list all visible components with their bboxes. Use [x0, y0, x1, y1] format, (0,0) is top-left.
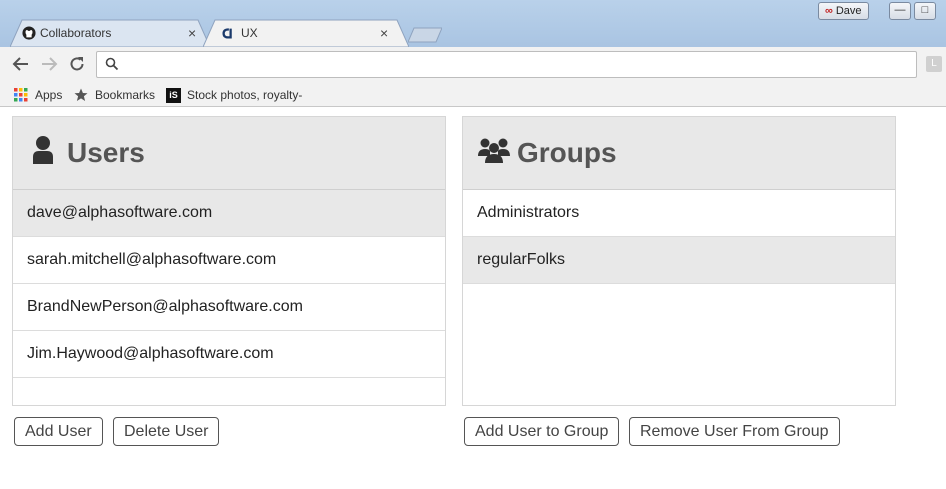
bookmark-apps[interactable]: Apps — [14, 86, 66, 104]
maximize-button[interactable]: □ — [914, 2, 936, 20]
bookmark-label: Stock photos, royalty- — [187, 88, 303, 102]
delete-user-button[interactable]: Delete User — [113, 417, 220, 446]
group-icon — [478, 138, 510, 163]
bookmarks-bar: Apps Bookmarks iS Stock photos, royalty- — [0, 83, 946, 107]
users-list: dave@alphasoftware.com sarah.mitchell@al… — [13, 190, 445, 378]
address-input[interactable] — [125, 55, 905, 74]
profile-icon: ∞ — [825, 5, 833, 17]
extension-icon[interactable]: L — [926, 56, 942, 72]
profile-button[interactable]: ∞ Dave — [818, 2, 869, 20]
remove-user-from-group-button[interactable]: Remove User From Group — [629, 417, 840, 446]
profile-name: Dave — [835, 5, 862, 17]
groups-panel-header: Groups — [463, 117, 895, 190]
apps-grid-icon — [14, 88, 28, 102]
bookmark-bookmarks[interactable]: Bookmarks — [74, 86, 158, 104]
users-panel: Users dave@alphasoftware.com sarah.mitch… — [12, 116, 446, 406]
user-row[interactable]: BrandNewPerson@alphasoftware.com — [13, 284, 445, 331]
search-icon — [105, 57, 119, 71]
github-icon — [22, 26, 36, 40]
group-row[interactable]: Administrators — [463, 190, 895, 237]
user-row[interactable]: dave@alphasoftware.com — [13, 190, 445, 237]
minimize-button[interactable]: — — [889, 2, 911, 20]
groups-panel: Groups Administrators regularFolks — [462, 116, 896, 406]
tab-title: Collaborators — [40, 26, 112, 40]
bookmark-label: Bookmarks — [95, 88, 156, 102]
alpha-logo-icon — [222, 28, 232, 39]
browser-toolbar: L — [0, 47, 946, 83]
groups-list: Administrators regularFolks — [463, 190, 895, 284]
tab-close-icon[interactable]: × — [380, 19, 388, 47]
back-arrow-icon[interactable] — [10, 55, 32, 77]
group-row[interactable]: regularFolks — [463, 237, 895, 284]
user-icon — [33, 136, 53, 164]
groups-title: Groups — [517, 137, 617, 168]
user-row[interactable]: sarah.mitchell@alphasoftware.com — [13, 237, 445, 284]
address-bar[interactable] — [96, 51, 917, 78]
tab-ux[interactable]: UX × — [203, 19, 409, 47]
user-row[interactable]: Jim.Haywood@alphasoftware.com — [13, 331, 445, 378]
tab-title: UX — [241, 26, 258, 40]
bookmark-label: Apps — [35, 88, 63, 102]
forward-arrow-icon[interactable] — [38, 55, 60, 77]
new-tab-button[interactable] — [408, 27, 442, 43]
istock-icon: iS — [166, 88, 181, 103]
star-icon — [74, 88, 88, 101]
reload-icon[interactable] — [66, 55, 88, 77]
tab-close-icon[interactable]: × — [188, 19, 196, 47]
bookmark-stock-photos[interactable]: iS Stock photos, royalty- — [166, 86, 316, 104]
users-panel-header: Users — [13, 117, 445, 190]
users-title: Users — [67, 137, 145, 168]
add-user-button[interactable]: Add User — [14, 417, 103, 446]
add-user-to-group-button[interactable]: Add User to Group — [464, 417, 620, 446]
tab-collaborators[interactable]: Collaborators × — [10, 19, 210, 47]
